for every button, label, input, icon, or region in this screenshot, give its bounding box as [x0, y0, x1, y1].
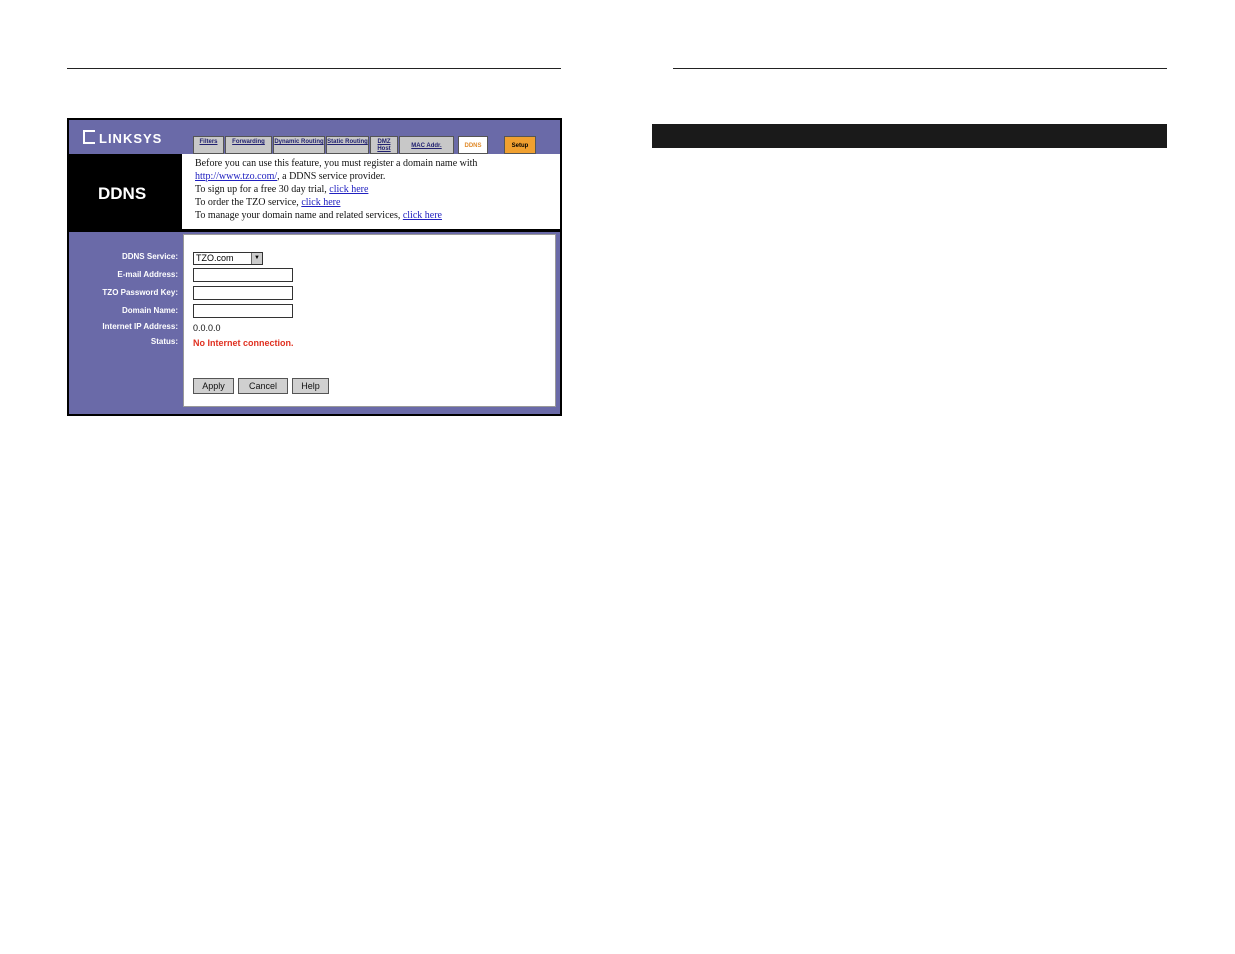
tab-static-routing[interactable]: Static Routing	[326, 136, 369, 154]
router-ddns-screenshot: LINKSYS Filters Forwarding Dynamic Routi…	[67, 118, 562, 416]
password-key-label: TZO Password Key:	[102, 288, 178, 297]
ddns-service-selected: TZO.com	[196, 253, 234, 263]
linksys-logo: LINKSYS	[83, 130, 162, 146]
tab-mac-addr[interactable]: MAC Addr.	[399, 136, 454, 154]
email-label: E-mail Address:	[117, 270, 178, 279]
info-line-4-text: To order the TZO service,	[195, 197, 302, 208]
tab-dynamic-routing[interactable]: Dynamic Routing	[273, 136, 325, 154]
info-line-2-text: , a DDNS service provider.	[277, 171, 386, 182]
status-label: Status:	[150, 337, 178, 346]
page-title-box: DDNS	[69, 154, 182, 229]
dropdown-arrow-icon[interactable]: ▼	[251, 253, 262, 264]
email-input[interactable]	[193, 268, 293, 282]
tab-ddns[interactable]: DDNS	[458, 136, 488, 154]
info-line-2: http://www.tzo.com/, a DDNS service prov…	[195, 170, 560, 183]
tab-setup[interactable]: Setup	[504, 136, 536, 154]
apply-button[interactable]: Apply	[193, 378, 234, 394]
trial-click-here-link[interactable]: click here	[329, 184, 368, 195]
info-line-3-text: To sign up for a free 30 day trial,	[195, 184, 330, 195]
ddns-form-area: DDNS Service: E-mail Address: TZO Passwo…	[69, 232, 560, 414]
manage-click-here-link[interactable]: click here	[403, 210, 442, 221]
cancel-button[interactable]: Cancel	[238, 378, 288, 394]
info-line-5-text: To manage your domain name and related s…	[195, 210, 403, 221]
logo-text: LINKSYS	[99, 131, 163, 146]
info-line-3: To sign up for a free 30 day trial, clic…	[195, 183, 560, 196]
internet-ip-value: 0.0.0.0	[193, 323, 221, 333]
ddns-service-select[interactable]: TZO.com ▼	[193, 252, 263, 265]
tzo-link[interactable]: http://www.tzo.com/	[195, 171, 277, 182]
page-title: DDNS	[98, 184, 147, 203]
page-rule-left	[67, 68, 561, 69]
form-panel: TZO.com ▼ 0.0.0.0 No Internet connection…	[183, 234, 556, 407]
top-navigation-bar: LINKSYS Filters Forwarding Dynamic Routi…	[69, 120, 560, 154]
domain-name-label: Domain Name:	[121, 306, 178, 315]
linksys-logo-icon	[83, 130, 95, 144]
tab-filters[interactable]: Filters	[193, 136, 224, 154]
password-key-input[interactable]	[193, 286, 293, 300]
tab-dmz-host[interactable]: DMZ Host	[370, 136, 398, 154]
status-value: No Internet connection.	[193, 338, 294, 348]
ddns-info-text: Before you can use this feature, you mus…	[182, 154, 560, 229]
order-click-here-link[interactable]: click here	[301, 197, 340, 208]
domain-name-input[interactable]	[193, 304, 293, 318]
tab-forwarding[interactable]: Forwarding	[225, 136, 272, 154]
info-line-5: To manage your domain name and related s…	[195, 209, 560, 222]
info-line-1: Before you can use this feature, you mus…	[195, 158, 478, 169]
info-line-4: To order the TZO service, click here	[195, 196, 560, 209]
ddns-service-label: DDNS Service:	[121, 252, 178, 261]
section-heading-bar	[652, 124, 1167, 148]
page-rule-right	[673, 68, 1167, 69]
help-button[interactable]: Help	[292, 378, 329, 394]
internet-ip-label: Internet IP Address:	[102, 322, 178, 331]
